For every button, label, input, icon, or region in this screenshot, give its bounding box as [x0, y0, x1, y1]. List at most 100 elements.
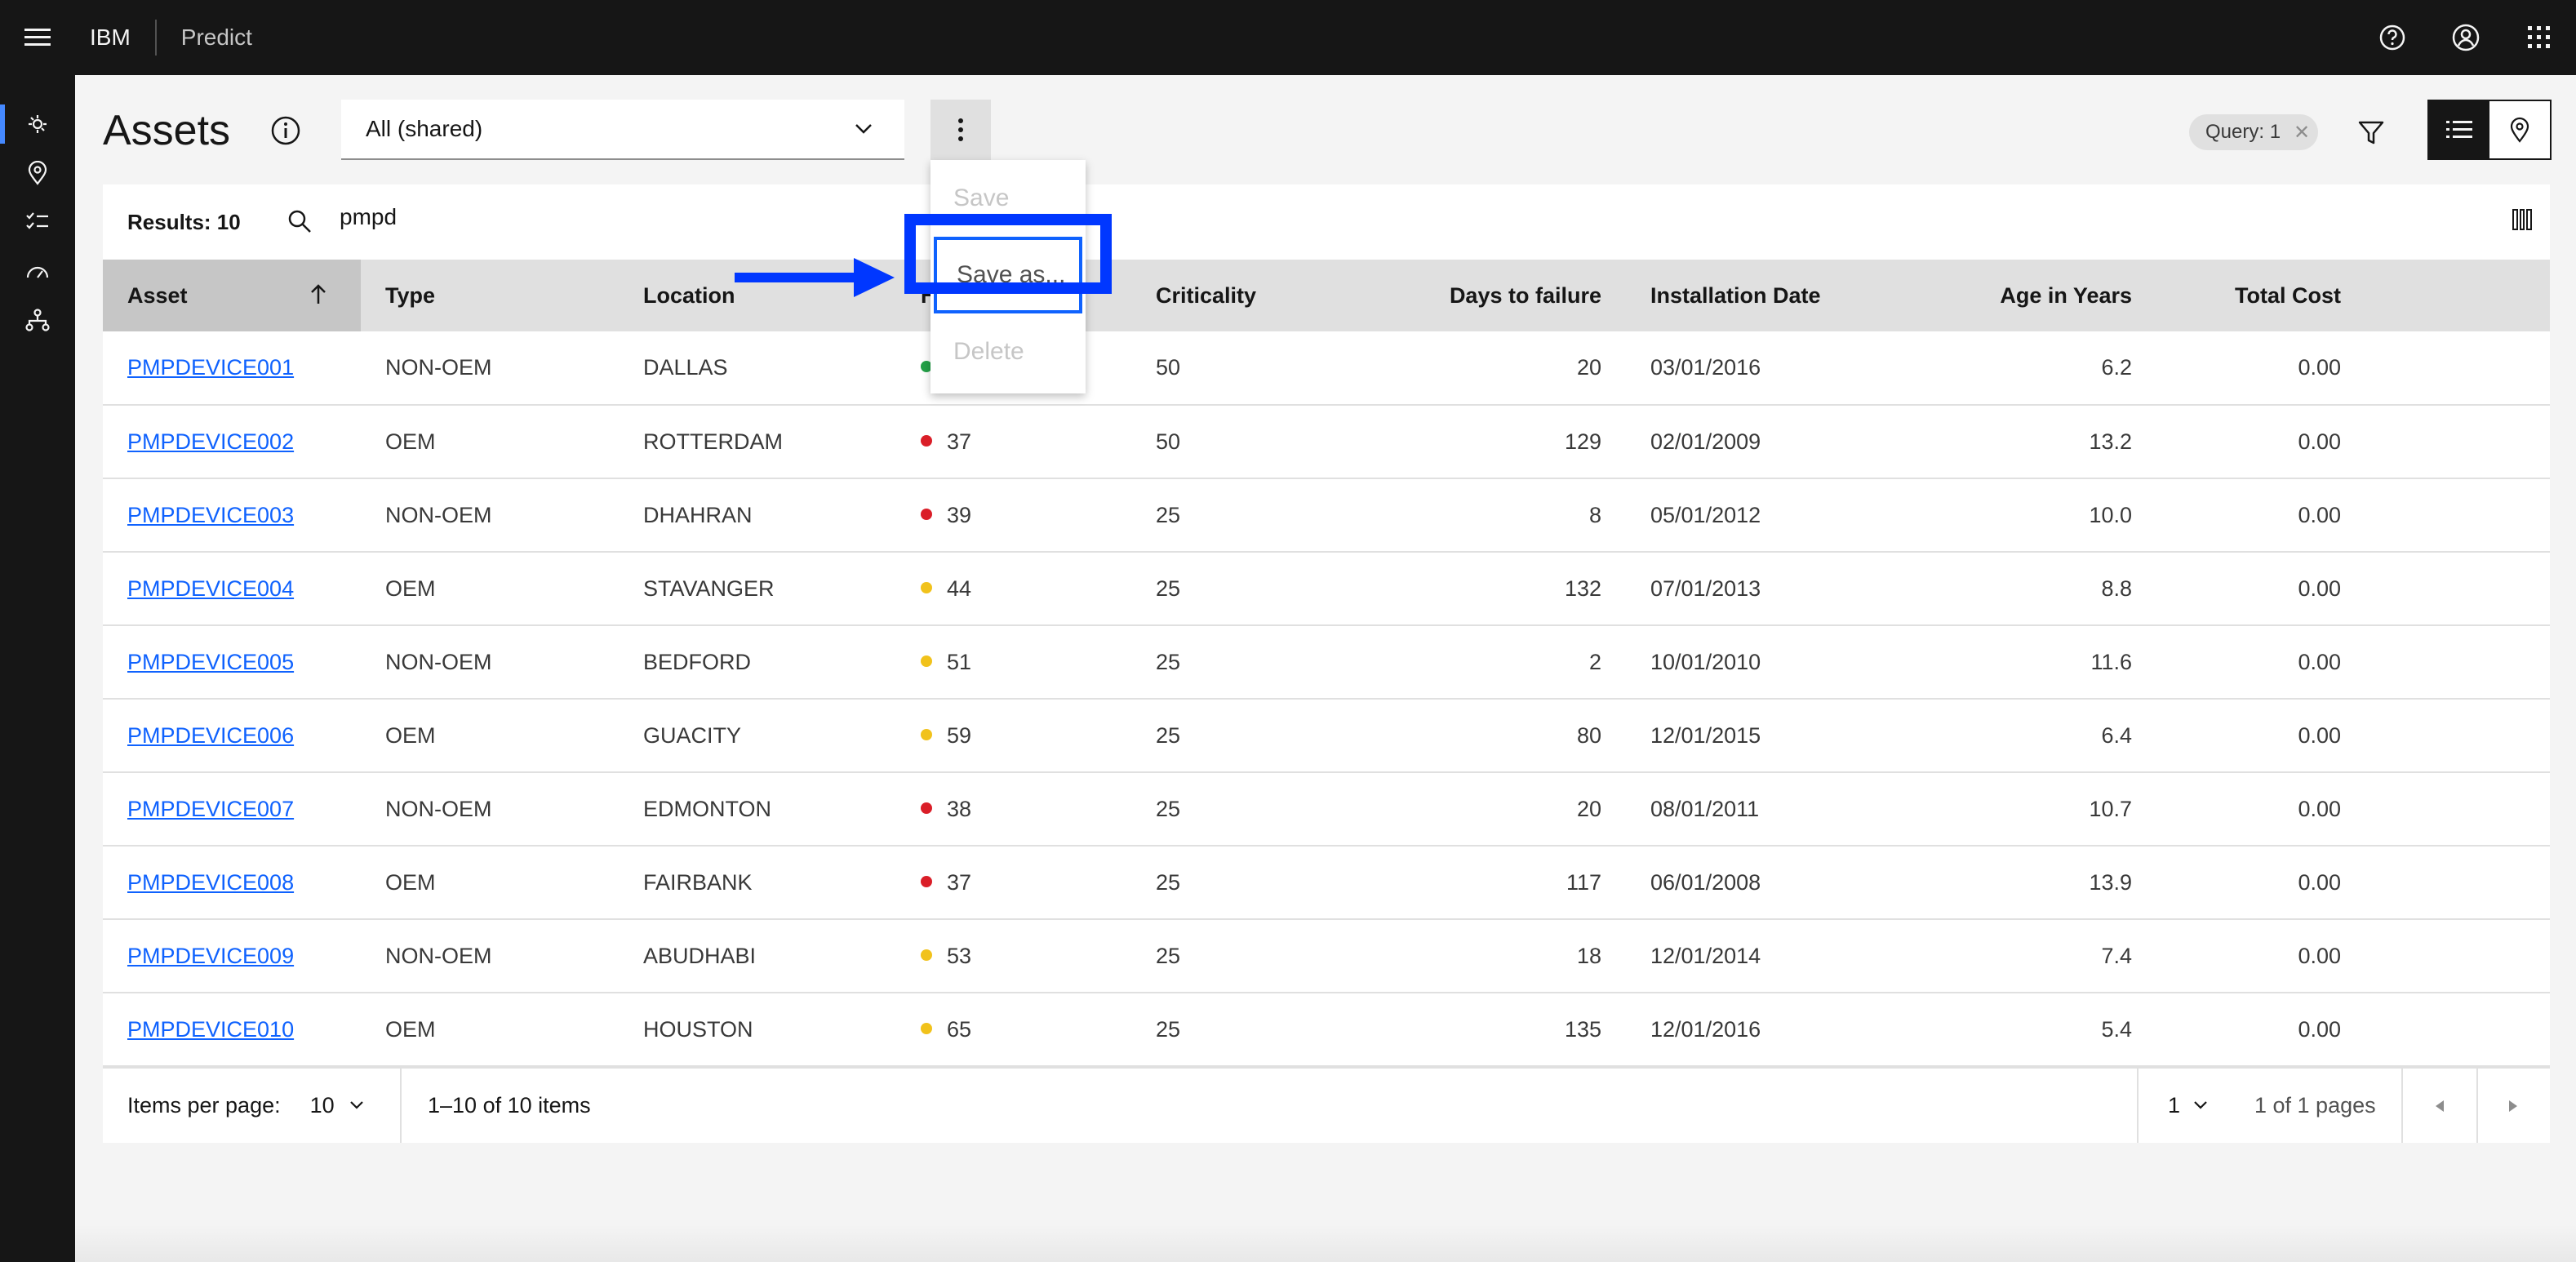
installation-date-cell: 05/01/2012 — [1650, 502, 1761, 527]
table-row[interactable]: PMPDEVICE004 OEM STAVANGER 44 25 132 07/01/201… — [103, 552, 2550, 625]
asset-cell: PMPDEVICE004 — [103, 552, 361, 625]
column-header-asset[interactable]: Asset — [103, 260, 361, 331]
table-toolbar: Results: 10 — [103, 184, 2550, 260]
asset-cell: PMPDEVICE008 — [103, 846, 361, 919]
checklist-icon[interactable] — [0, 198, 75, 247]
asset-link[interactable]: PMPDEVICE002 — [127, 429, 294, 454]
days-to-failure-cell: 117 — [1566, 869, 1601, 895]
criticality-cell: 50 — [1156, 355, 1181, 380]
list-view-icon[interactable] — [2429, 101, 2489, 158]
total-cost-cell: 0.00 — [2298, 869, 2341, 895]
asset-link[interactable]: PMPDEVICE003 — [127, 503, 294, 527]
column-header-criticality[interactable]: Criticality — [1131, 260, 1344, 331]
installation-date-cell: 02/01/2009 — [1650, 429, 1761, 454]
items-per-page-value: 10 — [309, 1092, 335, 1118]
menu-icon[interactable] — [0, 0, 75, 75]
status-dot — [921, 1022, 932, 1034]
days-to-failure-cell: 2 — [1588, 649, 1601, 674]
asset-link[interactable]: PMPDEVICE005 — [127, 650, 294, 674]
annotation-arrow-icon — [735, 258, 895, 297]
page-select[interactable]: 1 — [2168, 1093, 2210, 1118]
app-switcher-icon[interactable] — [2503, 0, 2576, 75]
user-icon[interactable] — [2429, 0, 2503, 75]
criticality-cell: 25 — [1156, 796, 1181, 821]
asset-cell: PMPDEVICE001 — [103, 331, 361, 405]
help-icon[interactable] — [2356, 0, 2429, 75]
asset-link[interactable]: PMPDEVICE009 — [127, 944, 294, 968]
health-cell: 37 — [896, 846, 1131, 919]
criticality-cell: 25 — [1156, 1016, 1181, 1042]
hierarchy-icon[interactable] — [0, 296, 75, 344]
criticality-cell: 25 — [1156, 649, 1181, 674]
age-cell: 13.2 — [2089, 429, 2132, 454]
column-header-age-in-years[interactable]: Age in Years — [1903, 260, 2156, 331]
column-settings-icon[interactable] — [2512, 209, 2532, 234]
assets-icon[interactable] — [0, 100, 75, 149]
map-view-icon[interactable] — [2489, 101, 2550, 158]
filter-icon[interactable] — [2351, 113, 2392, 153]
top-bar: IBM Predict — [0, 0, 2576, 75]
divider — [2137, 1068, 2139, 1143]
location-cell: GUACITY — [643, 722, 742, 748]
type-cell: NON-OEM — [385, 502, 492, 527]
table-row[interactable]: PMPDEVICE003 NON-OEM DHAHRAN 39 25 8 05/01/201… — [103, 478, 2550, 552]
info-icon[interactable] — [269, 114, 302, 147]
type-cell: NON-OEM — [385, 649, 492, 674]
health-cell: 53 — [896, 919, 1131, 993]
sort-ascending-icon[interactable] — [309, 282, 328, 311]
table-row[interactable]: PMPDEVICE009 NON-OEM ABUDHABI 53 25 18 12/01/2… — [103, 919, 2550, 993]
items-per-page-select[interactable]: 10 — [310, 1093, 366, 1118]
asset-link[interactable]: PMPDEVICE001 — [127, 355, 294, 380]
table-row[interactable]: PMPDEVICE002 OEM ROTTERDAM 37 50 129 02/01/200… — [103, 405, 2550, 478]
health-cell: 59 — [896, 699, 1131, 772]
column-header-installation-date[interactable]: Installation Date — [1626, 260, 1903, 331]
location-cell: ABUDHABI — [643, 943, 757, 968]
table-row[interactable]: PMPDEVICE008 OEM FAIRBANK 37 25 117 06/01/2008… — [103, 846, 2550, 919]
table-row[interactable]: PMPDEVICE010 OEM HOUSTON 65 25 135 12/01/2016 5… — [103, 993, 2550, 1066]
status-dot — [921, 508, 932, 520]
status-dot — [921, 434, 932, 447]
asset-link[interactable]: PMPDEVICE004 — [127, 576, 294, 601]
query-tag[interactable]: Query: 1 ✕ — [2189, 114, 2318, 150]
asset-link[interactable]: PMPDEVICE006 — [127, 723, 294, 748]
gauge-icon[interactable] — [0, 247, 75, 296]
spacer-cell — [2365, 331, 2550, 405]
age-cell: 7.4 — [2101, 943, 2132, 968]
type-cell: OEM — [385, 869, 436, 895]
spacer-cell — [2365, 846, 2550, 919]
health-value: 37 — [947, 429, 972, 454]
health-value: 51 — [947, 649, 972, 674]
column-header-days-to-failure[interactable]: Days to failure — [1344, 260, 1626, 331]
table-row[interactable]: PMPDEVICE005 NON-OEM BEDFORD 51 25 2 10/01/201… — [103, 625, 2550, 699]
health-cell: 39 — [896, 478, 1131, 552]
previous-page-icon[interactable] — [2403, 1069, 2476, 1144]
page-value: 1 — [2168, 1092, 2181, 1118]
location-icon[interactable] — [0, 149, 75, 198]
installation-date-cell: 07/01/2013 — [1650, 575, 1761, 601]
status-dot — [921, 581, 932, 593]
total-cost-cell: 0.00 — [2298, 355, 2341, 380]
asset-link[interactable]: PMPDEVICE007 — [127, 797, 294, 821]
column-header-type[interactable]: Type — [361, 260, 619, 331]
spacer-cell — [2365, 625, 2550, 699]
age-cell: 11.6 — [2090, 649, 2132, 674]
table-row[interactable]: PMPDEVICE001 NON-OEM DALLAS 50 20 03/01/2016 6… — [103, 331, 2550, 405]
search-input[interactable] — [340, 204, 829, 230]
overflow-menu-button[interactable] — [930, 100, 991, 160]
asset-link[interactable]: PMPDEVICE008 — [127, 870, 294, 895]
item-range: 1–10 of 10 items — [428, 1092, 591, 1118]
brand-name[interactable]: IBM — [90, 24, 131, 51]
health-value: 44 — [947, 575, 972, 601]
close-icon[interactable]: ✕ — [2294, 121, 2310, 144]
health-cell: 38 — [896, 772, 1131, 846]
asset-link[interactable]: PMPDEVICE010 — [127, 1017, 294, 1042]
saved-query-dropdown[interactable]: All (shared) — [341, 100, 904, 160]
location-cell: FAIRBANK — [643, 869, 753, 895]
table-row[interactable]: PMPDEVICE006 OEM GUACITY 59 25 80 12/01/2015 6.… — [103, 699, 2550, 772]
product-name[interactable]: Predict — [181, 24, 252, 51]
age-cell: 5.4 — [2101, 1016, 2132, 1042]
next-page-icon[interactable] — [2476, 1069, 2550, 1144]
table-row[interactable]: PMPDEVICE007 NON-OEM EDMONTON 38 25 20 08/01/2… — [103, 772, 2550, 846]
menu-item-delete[interactable]: Delete — [930, 313, 1086, 390]
column-header-total-cost[interactable]: Total Cost — [2156, 260, 2365, 331]
